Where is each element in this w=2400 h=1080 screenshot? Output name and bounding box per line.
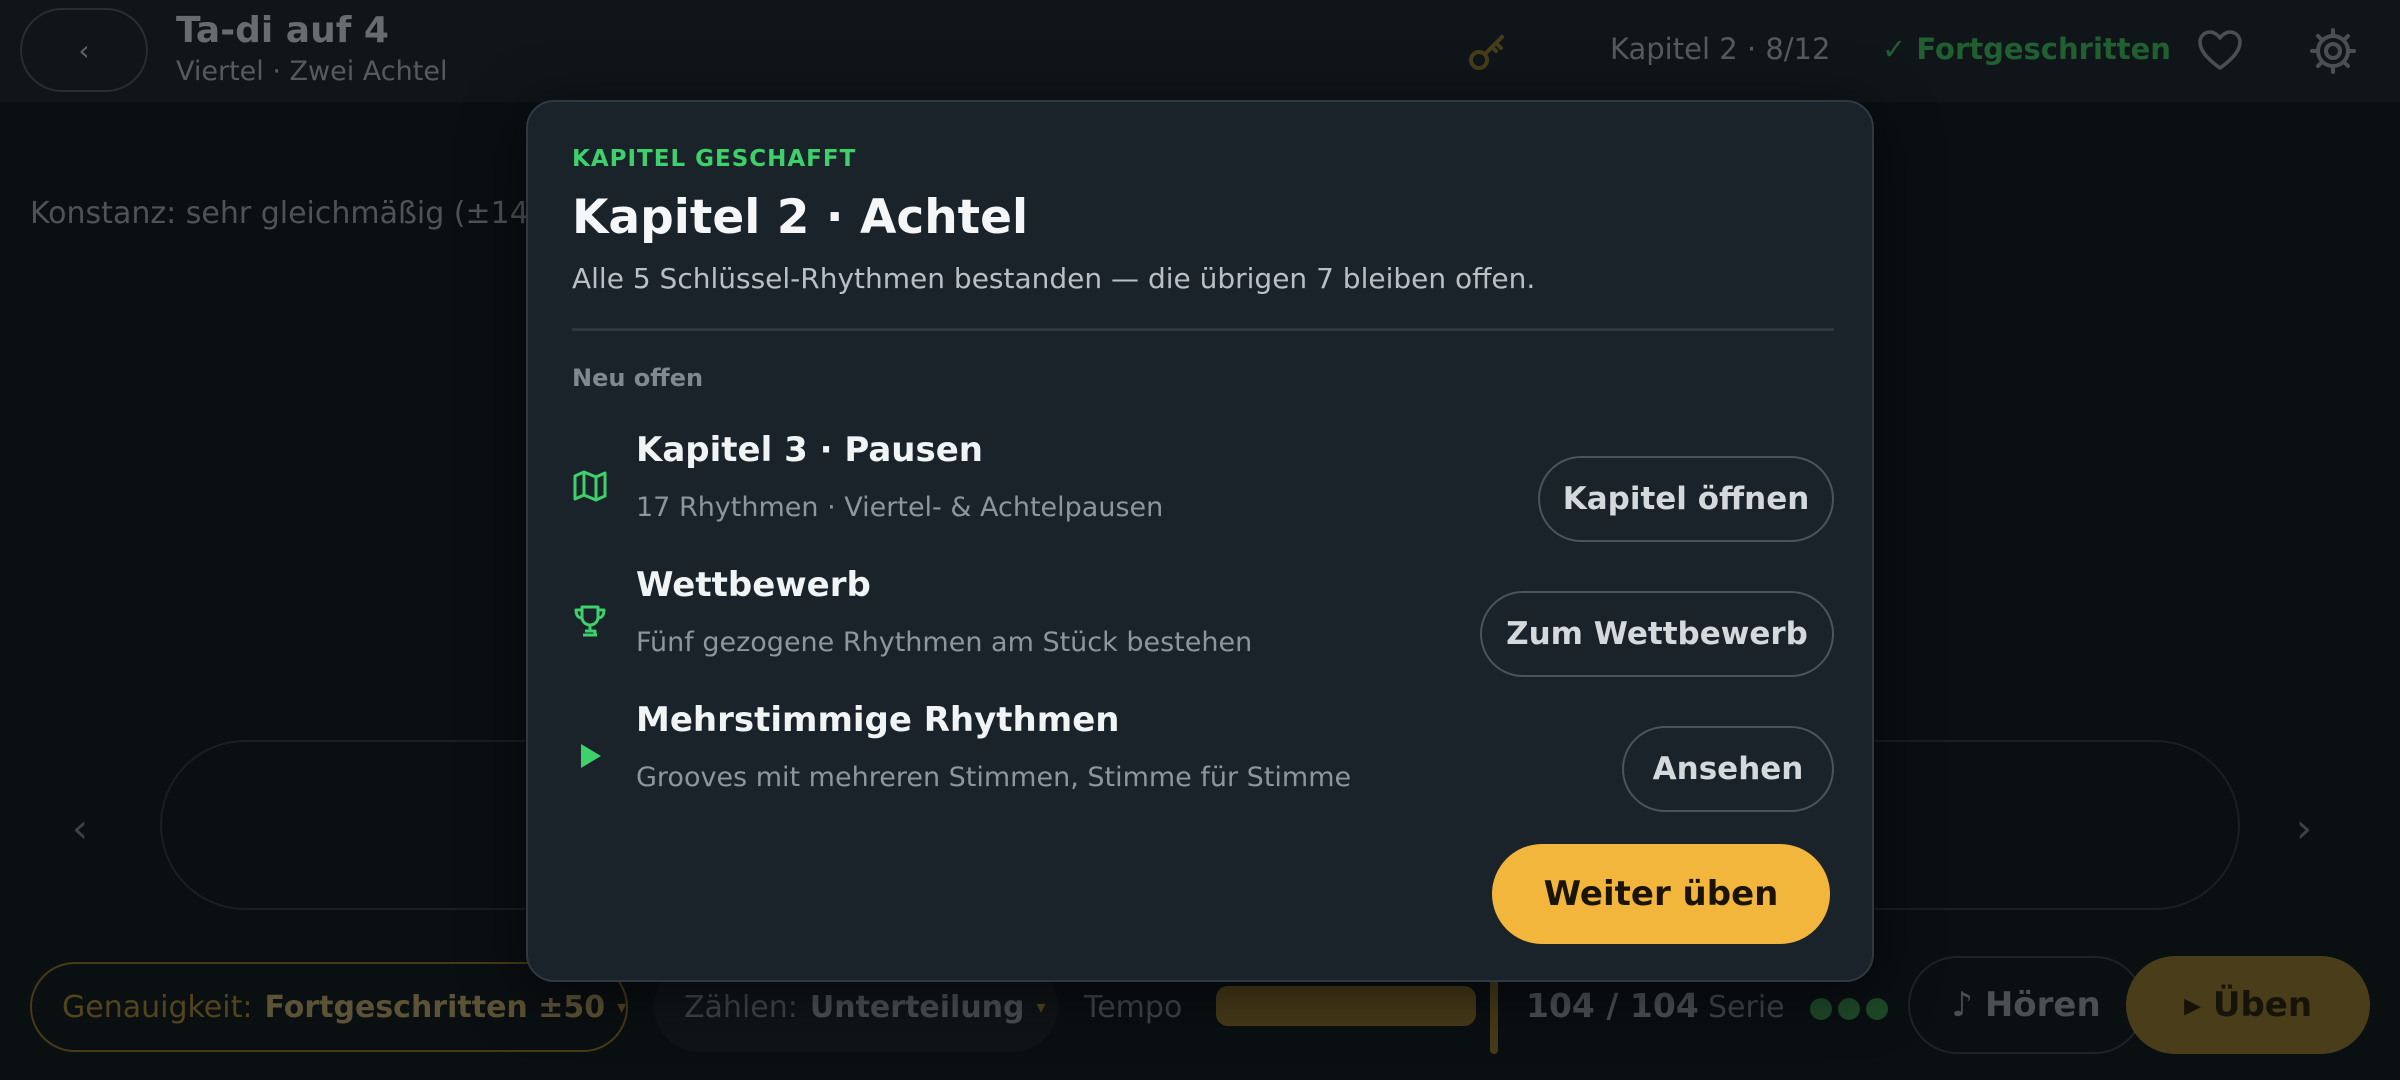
continue-practice-button[interactable]: Weiter üben	[1492, 844, 1830, 944]
divider	[572, 328, 1834, 331]
dialog-description: Alle 5 Schlüssel-Rhythmen bestanden — di…	[572, 262, 1536, 295]
unlock-item-title: Mehrstimmige Rhythmen	[636, 700, 1120, 740]
dialog-title: Kapitel 2 · Achtel	[572, 190, 1029, 245]
unlock-item-title: Wettbewerb	[636, 565, 871, 605]
unlock-item-subtitle: Fünf gezogene Rhythmen am Stück bestehen	[636, 627, 1253, 658]
unlock-item-multivoice: Mehrstimmige Rhythmen Grooves mit mehrer…	[572, 700, 1834, 812]
chapter-complete-dialog: KAPITEL GESCHAFFT Kapitel 2 · Achtel All…	[526, 100, 1874, 982]
view-button[interactable]: Ansehen	[1622, 726, 1834, 812]
unlock-item-subtitle: Grooves mit mehreren Stimmen, Stimme für…	[636, 762, 1352, 793]
unlock-item-chapter-3: Kapitel 3 · Pausen 17 Rhythmen · Viertel…	[572, 430, 1834, 542]
competition-button[interactable]: Zum Wettbewerb	[1480, 591, 1834, 677]
play-icon	[581, 744, 601, 768]
map-icon	[573, 470, 607, 502]
unlock-item-subtitle: 17 Rhythmen · Viertel- & Achtelpausen	[636, 492, 1164, 523]
section-label: Neu offen	[572, 364, 704, 392]
unlock-item-title: Kapitel 3 · Pausen	[636, 430, 983, 470]
unlock-item-competition: Wettbewerb Fünf gezogene Rhythmen am Stü…	[572, 565, 1834, 677]
trophy-icon	[574, 605, 606, 637]
open-chapter-button[interactable]: Kapitel öffnen	[1538, 456, 1834, 542]
dialog-eyebrow: KAPITEL GESCHAFFT	[572, 146, 857, 172]
